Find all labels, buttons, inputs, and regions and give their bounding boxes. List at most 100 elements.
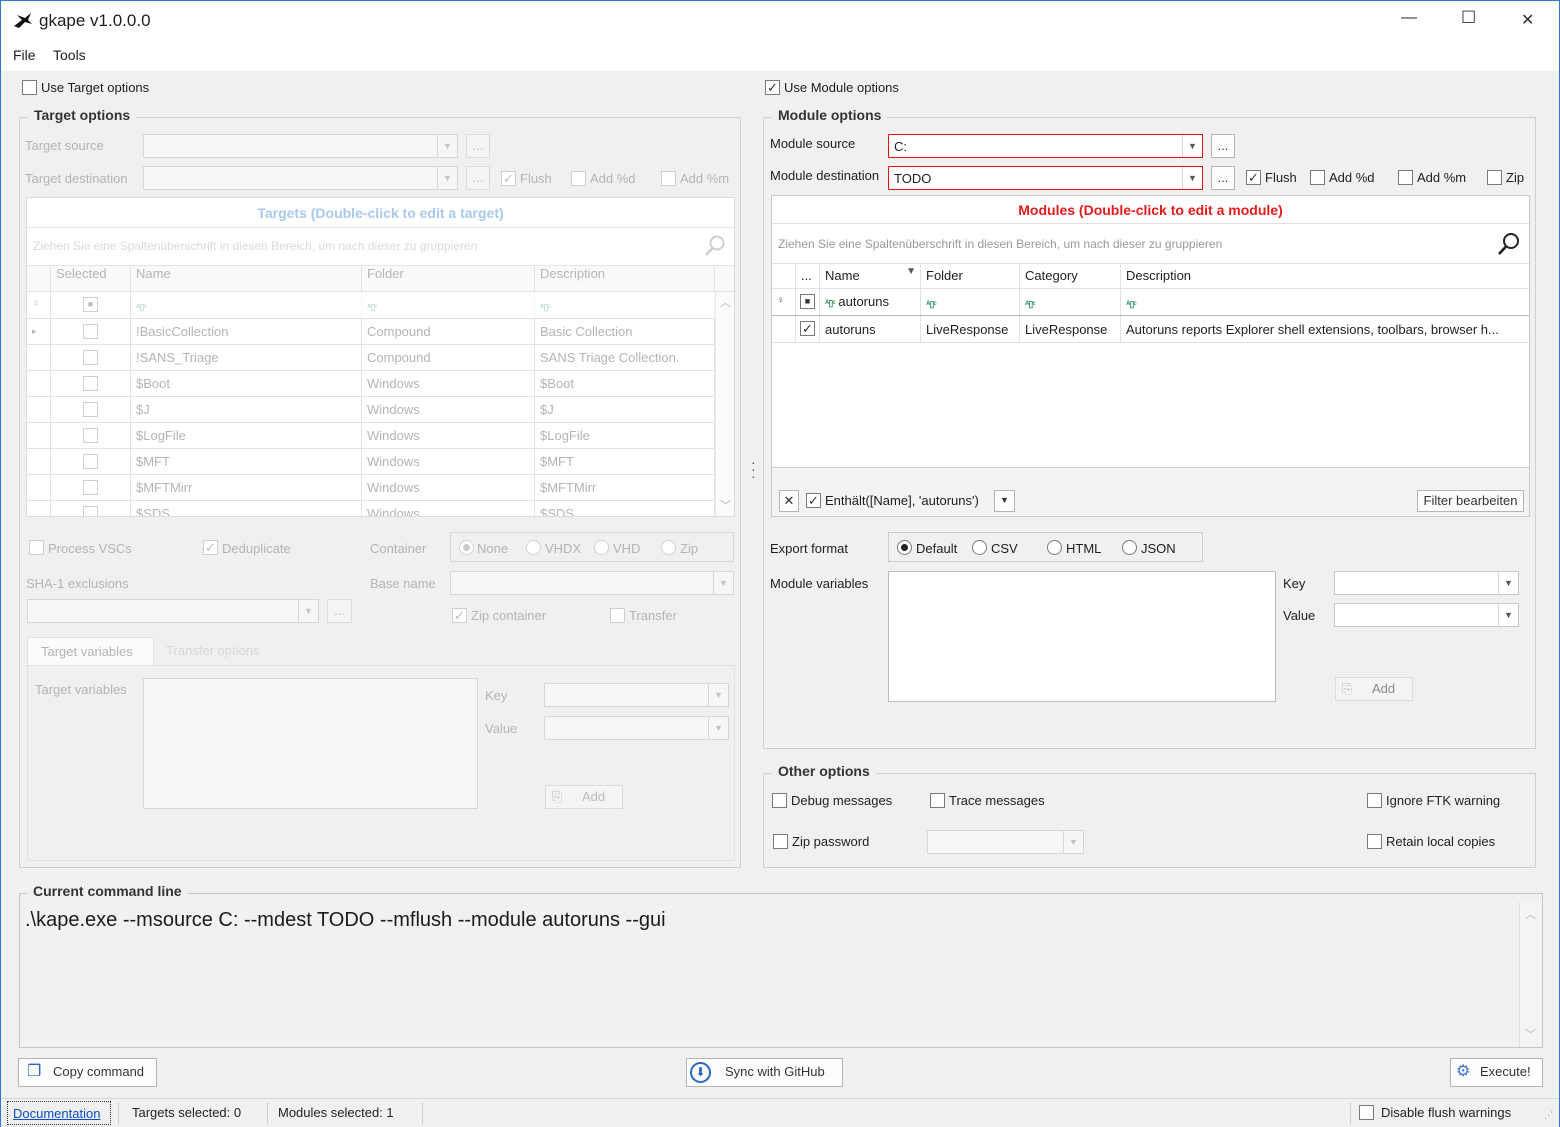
- filter-history-dropdown[interactable]: ▼: [994, 490, 1015, 512]
- close-button[interactable]: ✕: [1521, 10, 1534, 30]
- container-zip-radio[interactable]: [661, 540, 676, 555]
- trace-messages-checkbox[interactable]: [930, 793, 945, 808]
- resize-grip-icon[interactable]: ⋰: [1544, 1110, 1553, 1121]
- use-target-checkbox[interactable]: [22, 80, 37, 95]
- maximize-button[interactable]: ☐: [1461, 8, 1476, 28]
- row-select-checkbox[interactable]: [83, 506, 98, 516]
- tab-target-variables[interactable]: Target variables: [27, 637, 154, 666]
- col-select[interactable]: ...: [796, 264, 820, 288]
- table-row[interactable]: $Boot Windows $Boot: [27, 371, 734, 397]
- col-selected[interactable]: Selected: [51, 266, 131, 291]
- scroll-up-icon[interactable]: ︿: [1525, 906, 1536, 922]
- target-add-m-checkbox[interactable]: [661, 171, 676, 186]
- chevron-down-icon[interactable]: ▼: [1182, 167, 1202, 189]
- modules-filter-row[interactable]: ♀ ■ ᴬ▯ᶜ autoruns ᴬ▯ᶜ ᴬ▯ᶜ ᴬ▯ᶜ: [772, 289, 1529, 316]
- row-select-checkbox[interactable]: [83, 480, 98, 495]
- container-vhd-radio[interactable]: [594, 540, 609, 555]
- row-select-checkbox[interactable]: [83, 402, 98, 417]
- target-flush-checkbox[interactable]: ✓: [501, 171, 516, 186]
- copy-command-button[interactable]: ❐ Copy command: [18, 1058, 157, 1087]
- col-description[interactable]: Description: [535, 266, 715, 291]
- transfer-checkbox[interactable]: [610, 608, 625, 623]
- command-scrollbar[interactable]: ︿ ﹀: [1519, 902, 1541, 1047]
- debug-messages-checkbox[interactable]: [772, 793, 787, 808]
- target-add-variable-button[interactable]: ⎘ Add: [545, 785, 623, 809]
- chevron-down-icon[interactable]: ▼: [437, 135, 457, 157]
- container-none-radio[interactable]: [459, 540, 474, 555]
- module-source-browse-button[interactable]: ...: [1211, 134, 1235, 158]
- scroll-down-icon[interactable]: ﹀: [720, 497, 731, 513]
- targets-filter-row[interactable]: ♀ ■ ᴬ▯ᶜ ᴬ▯ᶜ ᴬ▯ᶜ: [27, 292, 734, 319]
- module-flush-checkbox[interactable]: ✓: [1246, 170, 1261, 185]
- targets-group-panel[interactable]: Ziehen Sie eine Spaltenüberschrift in di…: [27, 228, 734, 266]
- table-row[interactable]: $LogFile Windows $LogFile: [27, 423, 734, 449]
- module-key-field[interactable]: ▼: [1334, 571, 1519, 595]
- module-variables-list[interactable]: [888, 571, 1276, 702]
- row-select-checkbox[interactable]: [83, 376, 98, 391]
- table-row[interactable]: ▸ !BasicCollection Compound Basic Collec…: [27, 319, 734, 345]
- target-key-field[interactable]: ▼: [544, 683, 729, 707]
- menu-file[interactable]: File: [13, 47, 36, 63]
- zip-password-field[interactable]: ▼: [927, 830, 1084, 854]
- chevron-down-icon[interactable]: ▼: [1498, 604, 1518, 626]
- row-select-checkbox[interactable]: ✓: [800, 321, 815, 336]
- chevron-down-icon[interactable]: ▼: [1063, 831, 1083, 853]
- table-row[interactable]: $MFT Windows $MFT: [27, 449, 734, 475]
- chevron-down-icon[interactable]: ▼: [708, 684, 728, 706]
- chevron-down-icon[interactable]: ▼: [298, 600, 318, 622]
- target-value-field[interactable]: ▼: [544, 716, 729, 740]
- export-json-radio[interactable]: [1122, 540, 1137, 555]
- documentation-link[interactable]: Documentation: [7, 1101, 111, 1125]
- table-row[interactable]: $MFTMirr Windows $MFTMirr: [27, 475, 734, 501]
- filter-funnel-icon[interactable]: ▼: [906, 266, 916, 277]
- base-name-field[interactable]: ▼: [450, 571, 734, 595]
- targets-scrollbar[interactable]: ︿ ﹀: [715, 292, 734, 516]
- table-row[interactable]: $J Windows $J: [27, 397, 734, 423]
- chevron-down-icon[interactable]: ▼: [1498, 572, 1518, 594]
- zip-container-checkbox[interactable]: ✓: [452, 608, 467, 623]
- scroll-up-icon[interactable]: ︿: [720, 294, 731, 310]
- minimize-button[interactable]: —: [1401, 9, 1417, 27]
- chevron-down-icon[interactable]: ▼: [437, 167, 457, 189]
- zip-password-checkbox[interactable]: [773, 834, 788, 849]
- export-default-radio[interactable]: [897, 540, 912, 555]
- export-html-radio[interactable]: [1047, 540, 1062, 555]
- module-destination-field[interactable]: TODO ▼: [888, 166, 1203, 190]
- module-zip-checkbox[interactable]: [1487, 170, 1502, 185]
- filter-enabled-checkbox[interactable]: ✓: [806, 493, 821, 508]
- menu-tools[interactable]: Tools: [53, 47, 86, 63]
- col-folder[interactable]: Folder: [362, 266, 535, 291]
- col-name[interactable]: Name: [131, 266, 362, 291]
- retain-local-checkbox[interactable]: [1367, 834, 1382, 849]
- col-name[interactable]: Name ▼: [820, 264, 921, 288]
- name-filter-cell[interactable]: ᴬ▯ᶜ autoruns: [820, 289, 921, 315]
- module-source-field[interactable]: C: ▼: [888, 134, 1203, 158]
- table-row[interactable]: $SDS Windows $SDS: [27, 501, 734, 516]
- sha1-browse-button[interactable]: ...: [327, 599, 352, 623]
- col-folder[interactable]: Folder: [921, 264, 1020, 288]
- target-add-d-checkbox[interactable]: [571, 171, 586, 186]
- module-add-m-checkbox[interactable]: [1398, 170, 1413, 185]
- sha1-exclusions-field[interactable]: ▼: [27, 599, 319, 623]
- modules-group-panel[interactable]: Ziehen Sie eine Spaltenüberschrift in di…: [772, 224, 1529, 264]
- table-row[interactable]: !SANS_Triage Compound SANS Triage Collec…: [27, 345, 734, 371]
- edit-filter-button[interactable]: Filter bearbeiten: [1417, 490, 1524, 512]
- disable-flush-warnings-checkbox[interactable]: [1359, 1105, 1374, 1120]
- tab-transfer-options[interactable]: Transfer options: [166, 643, 259, 658]
- search-icon[interactable]: [703, 234, 727, 258]
- command-line-textbox[interactable]: .\kape.exe --msource C: --mdest TODO --m…: [20, 902, 1542, 1047]
- execute-button[interactable]: ⚙ Execute!: [1450, 1058, 1543, 1087]
- module-add-d-checkbox[interactable]: [1310, 170, 1325, 185]
- export-csv-radio[interactable]: [972, 540, 987, 555]
- scroll-down-icon[interactable]: ﹀: [1525, 1026, 1536, 1042]
- target-variables-list[interactable]: [143, 678, 478, 809]
- splitter-handle-icon[interactable]: · · ·: [751, 455, 756, 483]
- targets-grid[interactable]: Targets (Double-click to edit a target) …: [26, 197, 735, 517]
- table-row[interactable]: ✓ autoruns LiveResponse LiveResponse Aut…: [772, 316, 1529, 343]
- clear-filter-button[interactable]: ✕: [779, 490, 799, 512]
- row-select-checkbox[interactable]: [83, 324, 98, 339]
- chevron-down-icon[interactable]: ▼: [708, 717, 728, 739]
- ignore-ftk-checkbox[interactable]: [1367, 793, 1382, 808]
- module-add-variable-button[interactable]: ⎘ Add: [1335, 677, 1413, 701]
- filter-select-checkbox[interactable]: ■: [83, 297, 98, 312]
